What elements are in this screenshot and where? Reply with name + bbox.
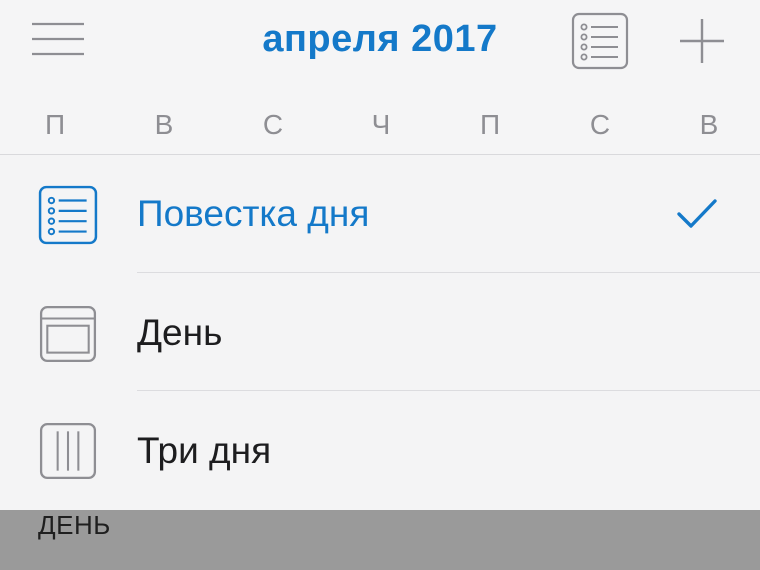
agenda-icon <box>38 185 98 245</box>
weekday-label: П <box>44 109 66 140</box>
weekday-label: В <box>699 109 719 140</box>
hamburger-icon <box>32 22 84 56</box>
menu-item-day[interactable]: День <box>0 273 760 390</box>
weekday-header: П В С Ч П С В <box>0 100 760 150</box>
checkmark-icon <box>677 199 717 228</box>
menu-item-three-days[interactable]: Три дня <box>0 391 760 508</box>
menu-item-label: Повестка дня <box>137 193 370 234</box>
menu-item-label: День <box>137 312 223 353</box>
weekday-label: П <box>479 109 501 140</box>
dimmed-background[interactable]: ДЕНЬ <box>0 510 760 570</box>
calendar-app: апреля 2017 П В С Ч П С В Повестка дня Д… <box>0 0 760 570</box>
day-view-icon <box>39 305 97 363</box>
list-view-icon <box>571 12 629 70</box>
three-day-icon <box>39 422 97 480</box>
weekday-label: С <box>262 109 284 140</box>
view-switcher-button[interactable] <box>571 12 629 70</box>
view-menu: Повестка дня День Три дня <box>0 155 760 510</box>
menu-item-agenda[interactable]: Повестка дня <box>0 155 760 272</box>
hamburger-menu-button[interactable] <box>30 18 86 60</box>
weekday-label: Ч <box>371 109 391 140</box>
add-event-button[interactable] <box>677 16 727 66</box>
menu-item-label: Три дня <box>137 430 272 471</box>
calendar-header: апреля 2017 <box>0 0 760 92</box>
month-title[interactable]: апреля 2017 <box>180 14 580 64</box>
weekday-label: В <box>154 109 174 140</box>
weekday-label: С <box>589 109 611 140</box>
plus-icon <box>680 19 724 63</box>
day-section-label: ДЕНЬ <box>38 510 111 540</box>
